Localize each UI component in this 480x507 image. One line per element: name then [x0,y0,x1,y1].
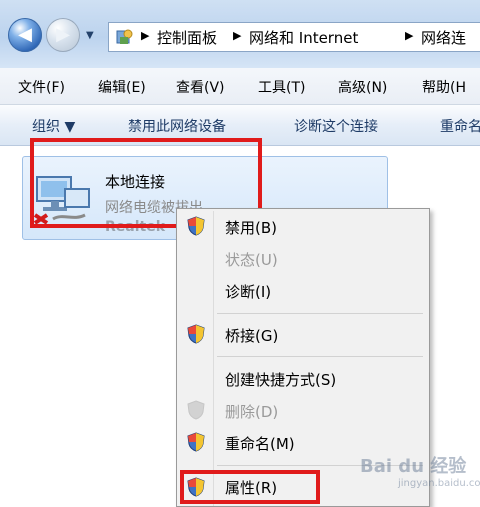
breadcrumb-network-internet[interactable]: 网络和 Internet [249,27,358,48]
back-arrow-icon: ◀ [18,24,32,45]
menu-edit[interactable]: 编辑(E) [98,77,146,97]
title-bar: ◀ ▶ ▼ ▶ 控制面板 ▶ 网络和 Internet ▶ 网络连 [0,0,480,68]
menu-item-delete: 删除(D) [225,403,279,421]
control-panel-icon [116,29,133,44]
breadcrumb-separator-icon: ▶ [233,29,242,42]
menu-item-rename[interactable]: 重命名(M) [225,433,295,454]
menu-item-diagnose[interactable]: 诊断(I) [225,281,271,302]
menu-separator [217,356,423,357]
menu-file[interactable]: 文件(F) [18,77,65,97]
uac-shield-icon [187,432,205,452]
menu-advanced[interactable]: 高级(N) [338,77,387,97]
menu-tools[interactable]: 工具(T) [258,77,305,97]
menu-bar: 文件(F) 编辑(E) 查看(V) 工具(T) 高级(N) 帮助(H [0,68,480,105]
menu-view[interactable]: 查看(V) [176,77,225,97]
disable-device-button[interactable]: 禁用此网络设备 [128,116,226,136]
menu-item-status: 状态(U) [225,251,278,269]
back-button[interactable]: ◀ [8,18,42,52]
organize-button[interactable]: 组织 ▼ [32,116,75,136]
breadcrumb-separator-icon: ▶ [405,29,414,42]
watermark-logo: Bai du 经验 [360,456,467,477]
menu-item-create-shortcut[interactable]: 创建快捷方式(S) [225,369,336,390]
uac-shield-icon [187,216,205,236]
rename-button[interactable]: 重命名 [440,116,480,136]
menu-separator [217,313,423,314]
menu-item-disable[interactable]: 禁用(B) [225,217,277,238]
watermark-url: jingyan.baidu.com [398,478,480,489]
menu-icon-divider [213,211,214,506]
forward-button[interactable]: ▶ [46,18,80,52]
uac-shield-disabled-icon [187,400,205,420]
address-bar[interactable]: ▶ 控制面板 ▶ 网络和 Internet ▶ 网络连 [108,22,480,52]
recent-pages-dropdown-icon[interactable]: ▼ [86,30,94,41]
diagnose-connection-button[interactable]: 诊断这个连接 [294,116,378,136]
breadcrumb-control-panel[interactable]: 控制面板 [157,27,217,48]
breadcrumb-separator-icon: ▶ [141,29,150,42]
menu-help[interactable]: 帮助(H [422,77,466,97]
menu-item-bridge[interactable]: 桥接(G) [225,325,278,346]
uac-shield-icon [187,324,205,344]
properties-highlight-box [180,470,320,504]
breadcrumb-network-connections[interactable]: 网络连 [421,27,466,48]
forward-arrow-icon: ▶ [56,24,70,45]
